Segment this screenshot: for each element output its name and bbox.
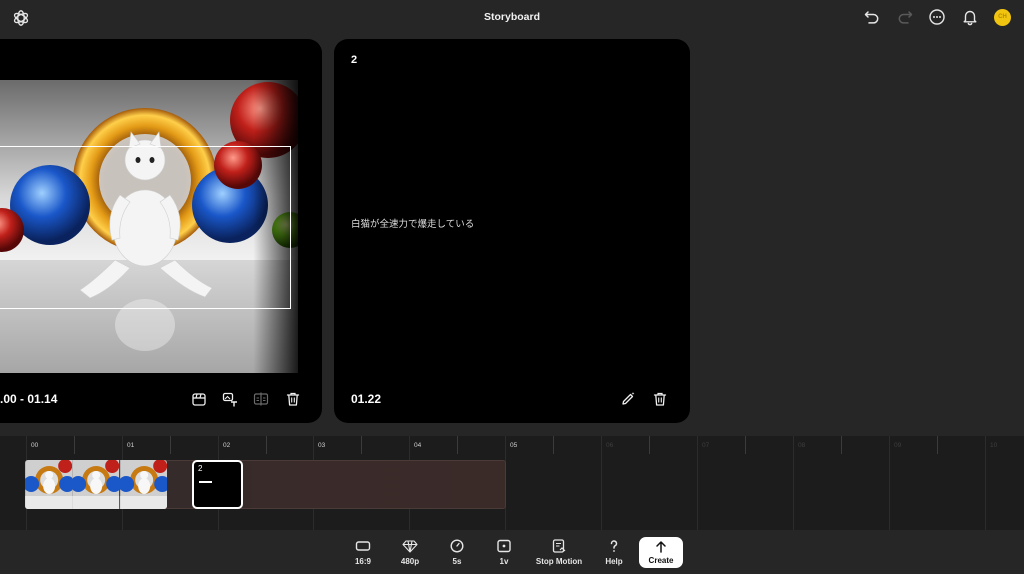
ruler-label-00: 00 bbox=[31, 442, 39, 449]
clock-icon bbox=[450, 539, 464, 553]
ruler-label-05: 05 bbox=[510, 442, 518, 449]
storyboard-app: Storyboard CH .00 - 01.14 2 白猫が全速力で爆走してい… bbox=[0, 0, 1024, 574]
redo-icon[interactable] bbox=[896, 8, 914, 26]
variations-label: 1v bbox=[499, 557, 509, 566]
aspect-ratio-icon bbox=[355, 541, 371, 551]
arrow-up-icon bbox=[656, 541, 666, 553]
resolution-button[interactable]: 480p bbox=[385, 539, 435, 566]
card-2-number: 2 bbox=[351, 54, 358, 66]
duration-label: 5s bbox=[452, 557, 462, 566]
help-button[interactable]: Help bbox=[589, 539, 639, 566]
ruler-label-03: 03 bbox=[318, 442, 326, 449]
undo-icon[interactable] bbox=[863, 8, 881, 26]
aspect-ratio-button[interactable]: 16:9 bbox=[338, 539, 388, 566]
storyboard-card-1[interactable]: .00 - 01.14 bbox=[0, 39, 322, 423]
card-1-time-range: .00 - 01.14 bbox=[0, 392, 58, 406]
clip-1-frame-thumbnail bbox=[72, 460, 120, 509]
more-options-icon[interactable] bbox=[928, 8, 946, 26]
question-mark-icon bbox=[610, 540, 618, 552]
variations-icon bbox=[497, 539, 511, 553]
user-avatar[interactable]: CH bbox=[994, 9, 1011, 26]
clip-2-number: 2 bbox=[198, 464, 203, 473]
clip-1-thumbnails[interactable] bbox=[25, 460, 167, 509]
image-to-text-icon[interactable] bbox=[222, 391, 238, 407]
create-button[interactable]: Create bbox=[639, 537, 683, 568]
delete-card-2-trash-icon[interactable] bbox=[652, 391, 668, 407]
stop-motion-icon bbox=[552, 539, 566, 553]
stop-motion-label: Stop Motion bbox=[535, 557, 583, 566]
ruler-label-01: 01 bbox=[127, 442, 135, 449]
timeline-ruler[interactable]: 00 01 02 03 04 05 06 07 08 09 10 bbox=[0, 436, 1024, 530]
split-icon[interactable] bbox=[253, 391, 269, 407]
clip-2-selected[interactable]: 2 bbox=[192, 460, 243, 509]
help-label: Help bbox=[605, 557, 623, 566]
clapperboard-icon[interactable] bbox=[191, 391, 207, 407]
clip-2-text-placeholder-line bbox=[199, 481, 212, 483]
ruler-label-04: 04 bbox=[414, 442, 422, 449]
ruler-label-07: 07 bbox=[702, 442, 710, 449]
ruler-label-06: 06 bbox=[606, 442, 614, 449]
stop-motion-button[interactable]: Stop Motion bbox=[533, 539, 585, 566]
delete-card-1-trash-icon[interactable] bbox=[285, 391, 301, 407]
card-2-time: 01.22 bbox=[351, 392, 382, 406]
ruler-label-10: 10 bbox=[990, 442, 998, 449]
top-bar: Storyboard CH bbox=[0, 0, 1024, 36]
clip-1-frame-thumbnail bbox=[25, 460, 73, 509]
storyboard-card-2[interactable]: 2 白猫が全速力で爆走している 01.22 bbox=[334, 39, 690, 423]
notifications-bell-icon[interactable] bbox=[961, 8, 979, 26]
edit-pencil-sparkle-icon[interactable] bbox=[620, 391, 636, 407]
ruler-label-08: 08 bbox=[798, 442, 806, 449]
aspect-ratio-label: 16:9 bbox=[354, 557, 371, 566]
ruler-label-09: 09 bbox=[894, 442, 902, 449]
create-label: Create bbox=[648, 556, 674, 565]
crop-frame[interactable] bbox=[0, 146, 291, 309]
card-2-prompt-text[interactable]: 白猫が全速力で爆走している bbox=[351, 216, 474, 230]
ruler-label-02: 02 bbox=[223, 442, 231, 449]
diamond-icon bbox=[402, 540, 418, 553]
variations-button[interactable]: 1v bbox=[479, 539, 529, 566]
timeline[interactable]: 00 01 02 03 04 05 06 07 08 09 10 2 bbox=[0, 436, 1024, 530]
resolution-label: 480p bbox=[400, 557, 420, 566]
duration-button[interactable]: 5s bbox=[432, 539, 482, 566]
bottom-toolbar: 16:9 480p 5s 1v Stop Motion Help bbox=[0, 530, 1024, 574]
clip-1-frame-thumbnail bbox=[119, 460, 167, 509]
